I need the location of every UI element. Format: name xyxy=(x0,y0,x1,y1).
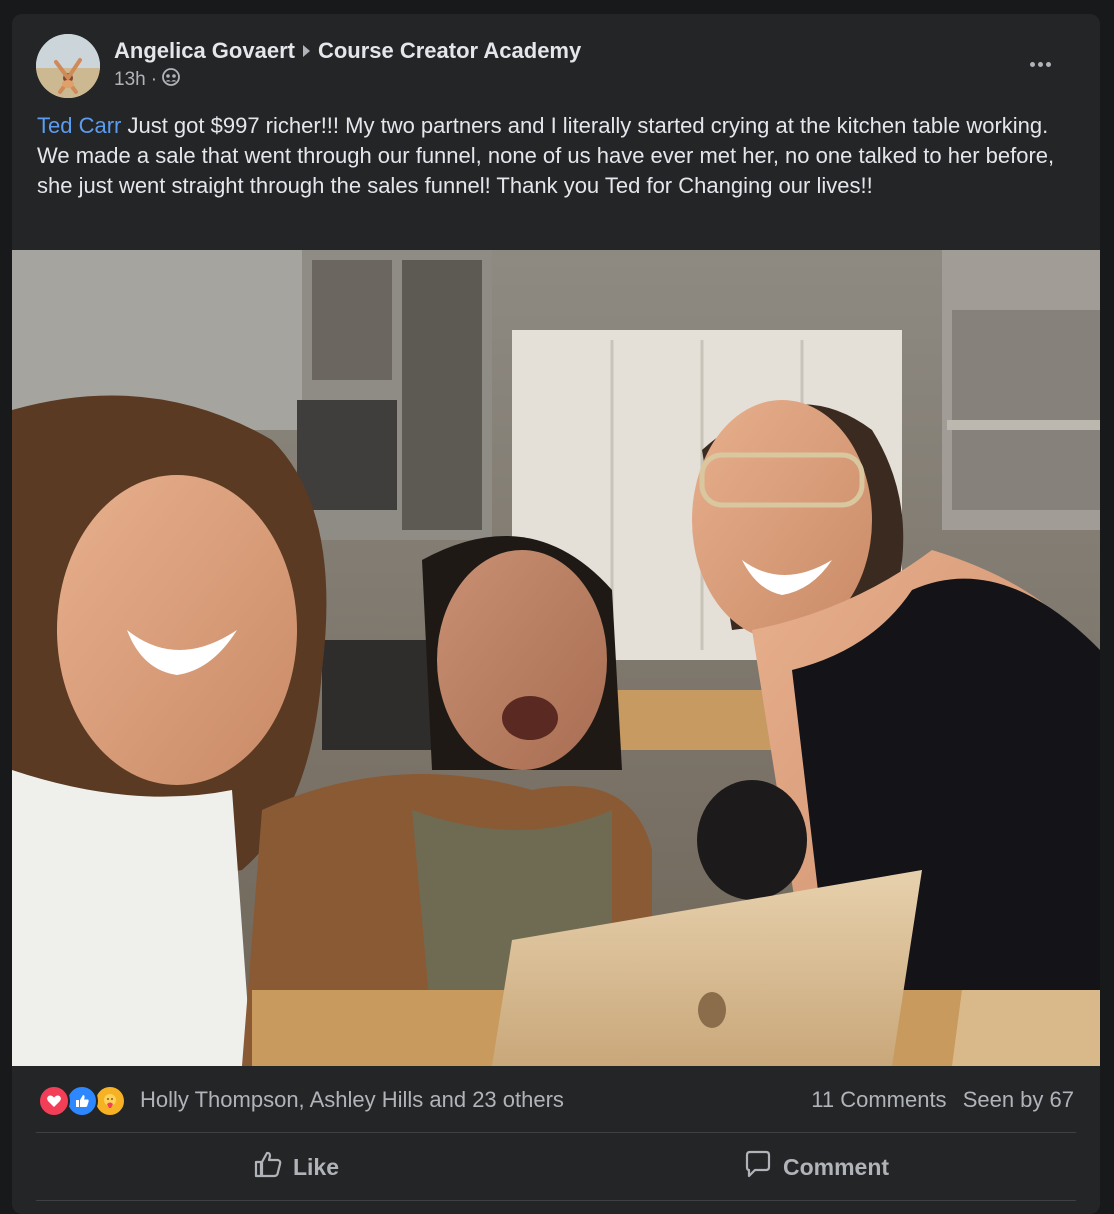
post-header: Angelica Govaert Course Creator Academy … xyxy=(36,34,1076,98)
avatar-photo xyxy=(36,34,100,98)
divider xyxy=(36,1132,1076,1133)
post-stats: 11 Comments Seen by 67 xyxy=(801,1087,1074,1113)
more-options-icon[interactable] xyxy=(1022,52,1058,76)
post-body-text: Just got $997 richer!!! My two partners … xyxy=(37,113,1055,198)
post-photo[interactable] xyxy=(12,250,1100,1066)
comments-count[interactable]: 11 Comments xyxy=(811,1087,946,1112)
reaction-icons[interactable] xyxy=(38,1085,138,1117)
meta-dot: · xyxy=(150,69,158,90)
care-reaction-icon xyxy=(94,1085,126,1117)
author-avatar[interactable] xyxy=(36,34,100,98)
seen-by-count[interactable]: Seen by 67 xyxy=(963,1087,1074,1112)
arrow-right-icon xyxy=(302,45,310,57)
comment-label: Comment xyxy=(782,1153,890,1180)
reaction-names[interactable]: Holly Thompson, Ashley Hills and 23 othe… xyxy=(140,1087,564,1113)
comment-button[interactable]: Comment xyxy=(556,1136,1076,1198)
like-button[interactable]: Like xyxy=(36,1136,556,1198)
post-meta: 13h · xyxy=(114,68,180,92)
author-name[interactable]: Angelica Govaert xyxy=(114,38,295,64)
love-reaction-icon xyxy=(38,1085,70,1117)
post-time[interactable]: 13h xyxy=(114,69,146,91)
like-label: Like xyxy=(292,1153,340,1180)
action-bar: Like Comment xyxy=(36,1136,1076,1198)
photo-image xyxy=(12,250,1100,1066)
group-name[interactable]: Course Creator Academy xyxy=(318,38,581,64)
reactions-bar: Holly Thompson, Ashley Hills and 23 othe… xyxy=(36,1080,1076,1120)
comment-bubble-icon xyxy=(743,1149,773,1185)
post-body: Ted Carr Just got $997 richer!!! My two … xyxy=(37,111,1077,201)
thumbs-up-icon xyxy=(253,1149,283,1185)
group-audience-icon xyxy=(162,68,180,92)
mention-link[interactable]: Ted Carr xyxy=(37,113,121,138)
like-reaction-icon xyxy=(66,1085,98,1117)
author-line: Angelica Govaert Course Creator Academy xyxy=(114,38,581,64)
divider xyxy=(36,1200,1076,1201)
post-card: Angelica Govaert Course Creator Academy … xyxy=(12,14,1100,1214)
